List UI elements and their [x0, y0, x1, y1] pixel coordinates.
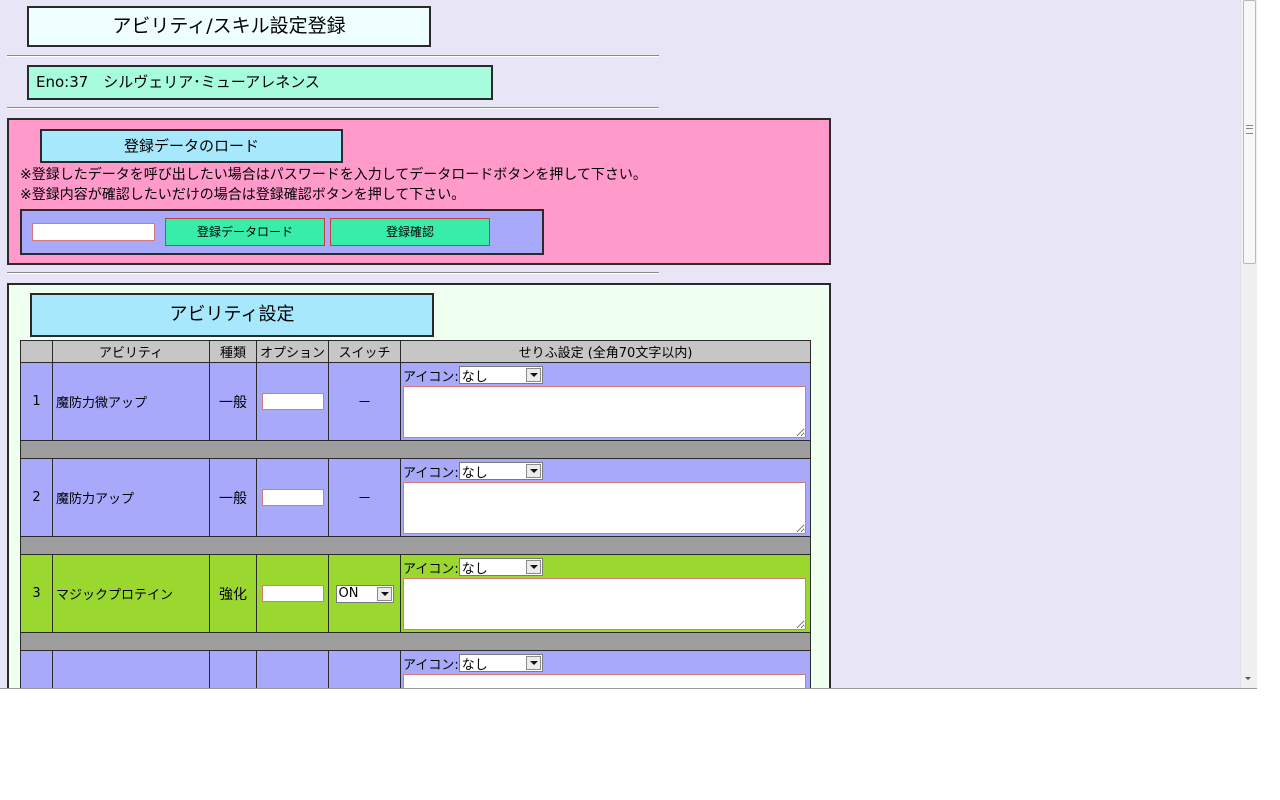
ability-section-title: アビリティ設定	[30, 293, 434, 337]
ability-type: 強化	[209, 554, 257, 633]
row-separator	[20, 632, 811, 651]
scrollbar-thumb[interactable]	[1243, 0, 1256, 264]
icon-select-row: アイコン: なし	[403, 556, 808, 578]
chevron-down-icon	[525, 368, 541, 382]
icon-label: アイコン:	[403, 561, 459, 577]
table-row: 2 魔防力アップ 一般 － アイコン: なし	[20, 458, 811, 537]
header-ability: アビリティ	[52, 340, 210, 363]
option-input[interactable]	[261, 393, 324, 410]
header-number	[20, 340, 53, 363]
ability-number: 2	[20, 458, 53, 537]
header-type: 種類	[209, 340, 257, 363]
table-row: アイコン: なし	[20, 650, 811, 688]
line-textarea[interactable]	[403, 482, 806, 534]
option-input[interactable]	[261, 585, 324, 602]
line-textarea[interactable]	[403, 674, 806, 688]
ability-table: アビリティ 種類 オプション スイッチ せりふ設定 (全角70文字以内) 1 魔…	[20, 340, 811, 688]
icon-select-row: アイコン: なし	[403, 364, 808, 386]
icon-select[interactable]: なし	[458, 366, 543, 385]
ability-number	[20, 650, 53, 688]
page-title: アビリティ/スキル設定登録	[27, 6, 431, 47]
header-switch: スイッチ	[328, 340, 401, 363]
icon-label: アイコン:	[403, 465, 459, 481]
option-input[interactable]	[261, 489, 324, 506]
ability-type	[209, 650, 257, 688]
grip-icon	[1246, 125, 1253, 134]
line-textarea[interactable]	[403, 386, 806, 438]
ability-name: 魔防力アップ	[52, 458, 210, 537]
ability-number: 3	[20, 554, 53, 633]
line-textarea[interactable]	[403, 578, 806, 630]
scroll-down-arrow-icon[interactable]	[1245, 677, 1251, 680]
load-section-title: 登録データのロード	[40, 129, 343, 163]
icon-select-row: アイコン: なし	[403, 652, 808, 674]
switch-cell: ON	[328, 554, 401, 633]
line-setting-cell: アイコン: なし	[400, 458, 811, 537]
icon-select-value: なし	[461, 369, 488, 385]
table-header-row: アビリティ 種類 オプション スイッチ せりふ設定 (全角70文字以内)	[20, 340, 811, 363]
line-setting-cell: アイコン: なし	[400, 362, 811, 441]
line-setting-cell: アイコン: なし	[400, 650, 811, 688]
divider	[7, 272, 659, 274]
ability-name: マジックプロテイン	[52, 554, 210, 633]
confirm-note: ※登録内容が確認したいだけの場合は登録確認ボタンを押して下さい。	[20, 187, 466, 203]
ability-settings-section: アビリティ設定 アビリティ 種類 オプション スイッチ せりふ設定 (全角70文…	[7, 283, 831, 688]
ability-type: 一般	[209, 362, 257, 441]
chevron-down-icon	[525, 656, 541, 670]
icon-label: アイコン:	[403, 369, 459, 385]
divider	[7, 55, 659, 57]
header-option: オプション	[256, 340, 329, 363]
ability-name: 魔防力微アップ	[52, 362, 210, 441]
icon-select[interactable]: なし	[458, 654, 543, 673]
icon-select-value: なし	[461, 561, 488, 577]
table-row: 1 魔防力微アップ 一般 － アイコン: なし	[20, 362, 811, 441]
switch-value: －	[328, 458, 401, 537]
chevron-down-icon	[525, 464, 541, 478]
option-cell	[256, 650, 329, 688]
switch-value: －	[328, 362, 401, 441]
character-label: Eno:37 シルヴェリア･ミューアレネンス	[27, 65, 493, 100]
line-setting-cell: アイコン: なし	[400, 554, 811, 633]
icon-select-row: アイコン: なし	[403, 460, 808, 482]
chevron-down-icon	[525, 560, 541, 574]
vertical-scrollbar[interactable]	[1240, 0, 1257, 688]
switch-select[interactable]: ON	[335, 584, 394, 603]
ability-name	[52, 650, 210, 688]
load-note: ※登録したデータを呼び出したい場合はパスワードを入力してデータロードボタンを押し…	[20, 167, 647, 183]
icon-label: アイコン:	[403, 657, 459, 673]
icon-select-value: なし	[461, 465, 488, 481]
page-viewport: アビリティ/スキル設定登録 Eno:37 シルヴェリア･ミューアレネンス 登録デ…	[0, 0, 1257, 688]
row-separator	[20, 536, 811, 555]
load-form: 登録データロード 登録確認	[20, 209, 544, 255]
window-bottom-border	[0, 688, 1257, 689]
switch-value	[328, 650, 401, 688]
icon-select-value: なし	[461, 657, 488, 673]
table-row: 3 マジックプロテイン 強化 ON アイコン: なし	[20, 554, 811, 633]
load-data-section: 登録データのロード ※登録したデータを呼び出したい場合はパスワードを入力してデー…	[7, 118, 831, 265]
row-separator	[20, 440, 811, 459]
divider	[7, 107, 659, 109]
icon-select[interactable]: なし	[458, 558, 543, 577]
ability-type: 一般	[209, 458, 257, 537]
chevron-down-icon	[376, 586, 392, 601]
option-cell	[256, 554, 329, 633]
switch-select-value: ON	[338, 586, 359, 601]
confirm-registration-button[interactable]: 登録確認	[330, 218, 490, 246]
load-data-button[interactable]: 登録データロード	[165, 218, 325, 246]
option-cell	[256, 458, 329, 537]
option-cell	[256, 362, 329, 441]
ability-number: 1	[20, 362, 53, 441]
password-input[interactable]	[32, 223, 155, 241]
icon-select[interactable]: なし	[458, 462, 543, 481]
header-line-setting: せりふ設定 (全角70文字以内)	[400, 340, 811, 363]
